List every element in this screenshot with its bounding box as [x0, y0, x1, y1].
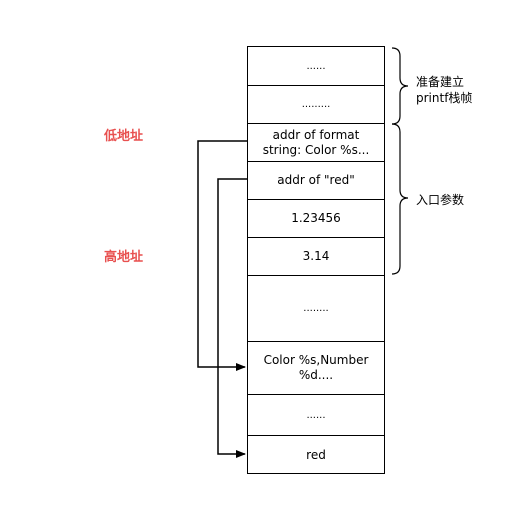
printf-frame-brace [391, 47, 409, 125]
entry-params-brace [391, 123, 409, 275]
connector-overlay [197, 47, 409, 458]
format-string-pointer-arrow [197, 140, 247, 371]
red-pointer-arrow [217, 178, 247, 458]
